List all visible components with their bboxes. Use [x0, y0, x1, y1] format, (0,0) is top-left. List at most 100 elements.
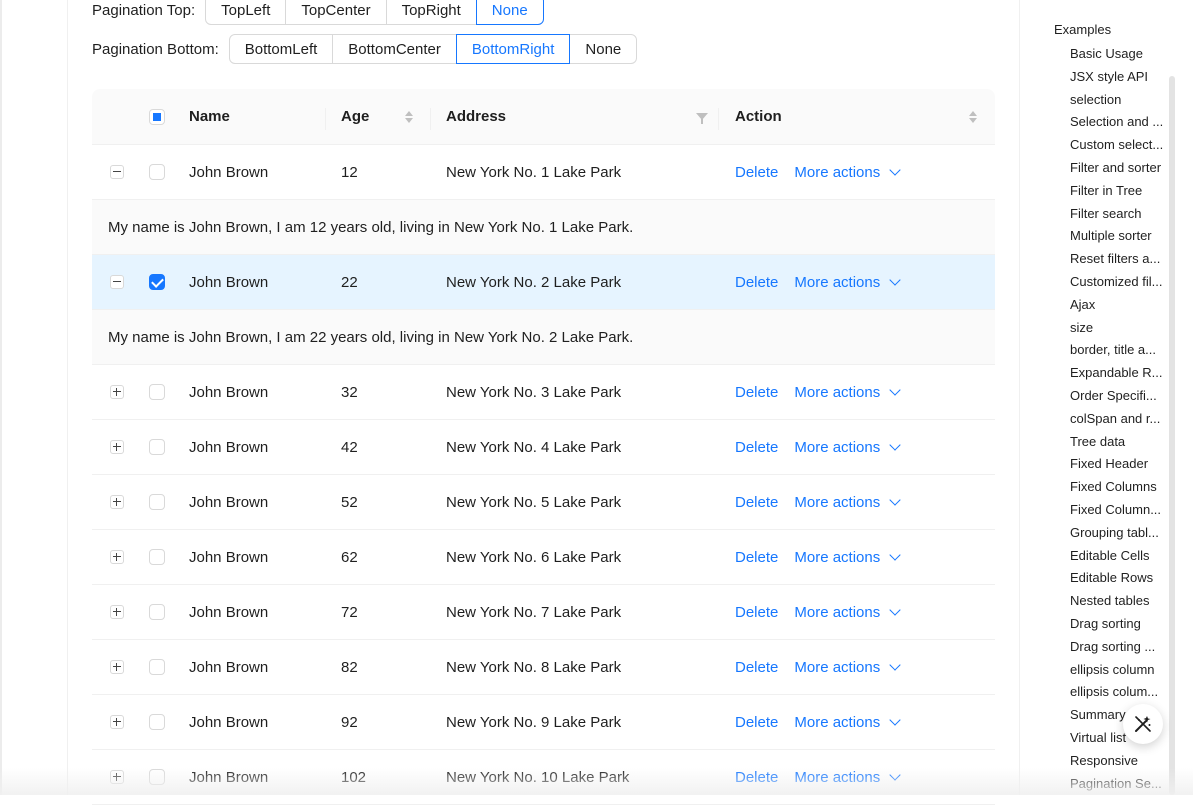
more-actions-dropdown[interactable]: More actions	[794, 273, 901, 291]
anchor-link[interactable]: Grouping tabl...	[1070, 522, 1164, 545]
row-checkbox[interactable]	[149, 164, 165, 180]
segment-option-none[interactable]: None	[569, 34, 638, 64]
expand-icon[interactable]	[110, 715, 124, 729]
segment-option-topright[interactable]: TopRight	[385, 0, 477, 25]
more-actions-dropdown[interactable]: More actions	[794, 604, 901, 621]
more-actions-label: More actions	[794, 438, 881, 456]
expand-icon[interactable]	[110, 550, 124, 564]
anchor-link[interactable]: Editable Cells	[1070, 545, 1164, 568]
more-actions-dropdown[interactable]: More actions	[794, 164, 901, 181]
anchor-link[interactable]: Drag sorting	[1070, 613, 1164, 636]
sidebar-scrollbar[interactable]	[1169, 76, 1175, 795]
row-checkbox[interactable]	[149, 384, 165, 400]
anchor-link[interactable]: Filter and sorter	[1070, 157, 1164, 180]
more-actions-dropdown[interactable]: More actions	[794, 659, 901, 676]
anchor-link[interactable]: Tree data	[1070, 431, 1164, 454]
more-actions-dropdown[interactable]: More actions	[794, 438, 901, 456]
anchor-link[interactable]: Fixed Column...	[1070, 499, 1164, 522]
delete-link[interactable]: Delete	[735, 604, 778, 621]
anchor-link[interactable]: Order Specifi...	[1070, 385, 1164, 408]
anchor-link[interactable]: Reset filters a...	[1070, 248, 1164, 271]
segment-option-none[interactable]: None	[475, 0, 544, 25]
anchor-link[interactable]: Fixed Header	[1070, 453, 1164, 476]
anchor-link[interactable]: Responsive	[1070, 750, 1164, 773]
delete-link[interactable]: Delete	[735, 714, 778, 731]
delete-link[interactable]: Delete	[735, 164, 778, 181]
segment-option-topcenter[interactable]: TopCenter	[285, 0, 387, 25]
pagination-bottom-segmented: BottomLeft BottomCenter BottomRight None	[228, 34, 638, 64]
row-checkbox[interactable]	[149, 659, 165, 675]
delete-link[interactable]: Delete	[735, 274, 778, 291]
anchor-link[interactable]: Filter search	[1070, 203, 1164, 226]
name-cell: John Brown	[189, 163, 269, 181]
anchor-link[interactable]: border, title a...	[1070, 339, 1164, 362]
delete-link[interactable]: Delete	[735, 439, 778, 456]
delete-link[interactable]: Delete	[735, 549, 778, 566]
segment-option-bottomright[interactable]: BottomRight	[455, 34, 571, 64]
anchor-link[interactable]: Selection and ...	[1070, 111, 1164, 134]
age-cell: 42	[341, 438, 358, 456]
row-checkbox[interactable]	[149, 274, 165, 290]
sort-icon[interactable]	[969, 110, 977, 123]
anchor-link[interactable]: JSX style API	[1070, 66, 1164, 89]
anchor-link[interactable]: Nested tables	[1070, 590, 1164, 613]
expand-icon[interactable]	[110, 385, 124, 399]
delete-link[interactable]: Delete	[735, 494, 778, 511]
segment-option-topleft[interactable]: TopLeft	[205, 0, 287, 25]
name-cell: John Brown	[189, 713, 269, 731]
anchor-link[interactable]: colSpan and r...	[1070, 408, 1164, 431]
row-checkbox[interactable]	[149, 714, 165, 730]
address-cell: New York No. 3 Lake Park	[446, 383, 622, 401]
anchor-link[interactable]: selection	[1070, 89, 1164, 112]
collapse-icon[interactable]	[110, 165, 124, 179]
expand-icon[interactable]	[110, 660, 124, 674]
more-actions-dropdown[interactable]: More actions	[794, 769, 901, 786]
collapse-icon[interactable]	[110, 275, 124, 289]
expand-icon[interactable]	[110, 495, 124, 509]
anchor-link[interactable]: Custom select...	[1070, 134, 1164, 157]
row-checkbox[interactable]	[149, 439, 165, 455]
anchor-link[interactable]: Filter in Tree	[1070, 180, 1164, 203]
segment-option-bottomcenter[interactable]: BottomCenter	[332, 34, 457, 64]
column-header-action[interactable]: Action	[735, 89, 977, 144]
select-cell	[149, 750, 165, 804]
filter-icon[interactable]	[696, 113, 708, 124]
magic-wand-icon[interactable]	[1123, 704, 1163, 744]
row-checkbox[interactable]	[149, 604, 165, 620]
expand-icon[interactable]	[110, 770, 124, 784]
anchor-link[interactable]: Customized fil...	[1070, 271, 1164, 294]
chevron-down-icon	[889, 769, 901, 781]
more-actions-dropdown[interactable]: More actions	[794, 549, 901, 566]
anchor-link[interactable]: Ajax	[1070, 294, 1164, 317]
anchor-link[interactable]: Pagination Se...	[1070, 773, 1164, 796]
name-cell: John Brown	[189, 603, 269, 621]
table-row: John Brown 72 New York No. 7 Lake Park Dele…	[92, 585, 995, 640]
anchor-link[interactable]: Editable Rows	[1070, 567, 1164, 590]
select-all-checkbox[interactable]	[149, 108, 165, 125]
row-checkbox[interactable]	[149, 769, 165, 785]
anchor-link[interactable]: ellipsis column	[1070, 659, 1164, 682]
sort-icon[interactable]	[405, 110, 413, 123]
more-actions-dropdown[interactable]: More actions	[794, 384, 901, 401]
delete-link[interactable]: Delete	[735, 384, 778, 401]
expand-icon[interactable]	[110, 440, 124, 454]
delete-link[interactable]: Delete	[735, 659, 778, 676]
anchor-link[interactable]: Expandable R...	[1070, 362, 1164, 385]
more-actions-dropdown[interactable]: More actions	[794, 714, 901, 731]
anchor-link[interactable]: ellipsis colum...	[1070, 681, 1164, 704]
column-header-age[interactable]: Age	[341, 89, 413, 144]
address-cell: New York No. 7 Lake Park	[446, 603, 622, 621]
segment-option-bottomleft[interactable]: BottomLeft	[228, 34, 334, 64]
anchor-link[interactable]: Basic Usage	[1070, 43, 1164, 66]
table-header: Name Age Address Action	[92, 89, 995, 145]
anchor-link[interactable]: size	[1070, 317, 1164, 340]
row-checkbox[interactable]	[149, 549, 165, 565]
more-actions-label: More actions	[794, 273, 881, 291]
expand-icon[interactable]	[110, 605, 124, 619]
anchor-link[interactable]: Fixed Columns	[1070, 476, 1164, 499]
row-checkbox[interactable]	[149, 494, 165, 510]
more-actions-dropdown[interactable]: More actions	[794, 494, 901, 511]
anchor-link[interactable]: Drag sorting ...	[1070, 636, 1164, 659]
delete-link[interactable]: Delete	[735, 769, 778, 786]
anchor-link[interactable]: Multiple sorter	[1070, 225, 1164, 248]
